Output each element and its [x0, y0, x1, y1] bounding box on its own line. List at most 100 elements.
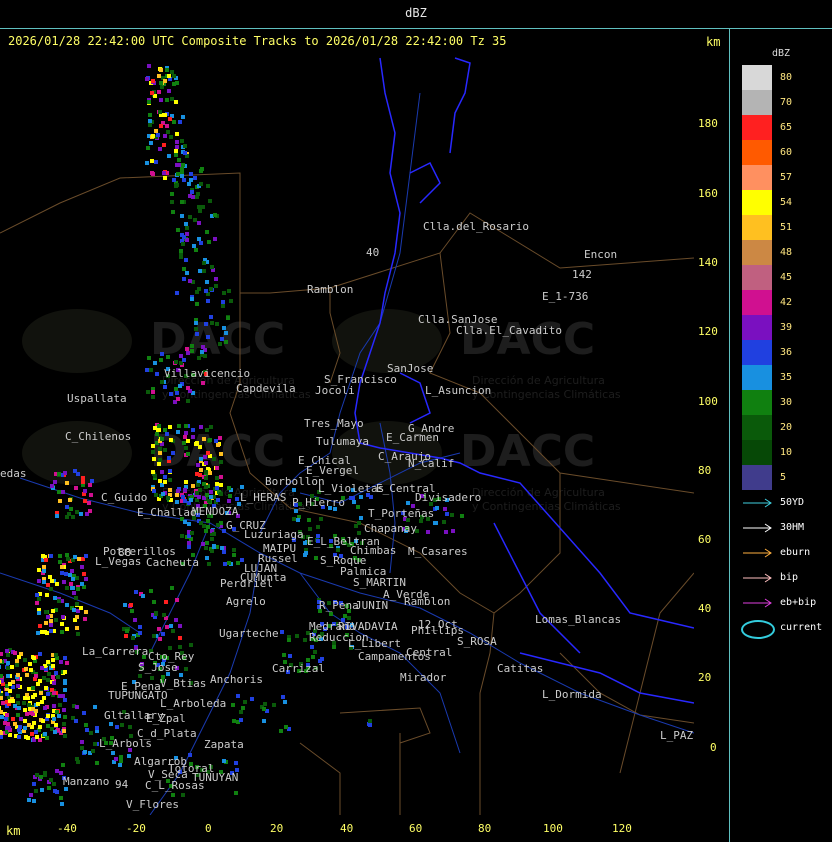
city-label: TUPUNGATO: [108, 689, 168, 702]
legend-value-51: 51: [780, 222, 793, 233]
legend-swatch-57: [742, 165, 772, 190]
city-label: V_Flores: [126, 798, 179, 811]
track-arrow-icon: [743, 548, 772, 558]
legend-swatch-36: [742, 340, 772, 365]
x-tick-8: 100: [543, 822, 563, 835]
city-label: M_Casares: [408, 545, 468, 558]
window-title: dBZ: [405, 6, 427, 20]
city-label: Divisadero: [415, 491, 482, 504]
watermark-tagline-4b: y Contingencias Climáticas: [472, 500, 621, 513]
legend-swatch-48: [742, 240, 772, 265]
legend-value-48: 48: [780, 247, 793, 258]
city-label: Ramblon: [307, 283, 354, 296]
city-label: 142: [572, 268, 592, 281]
legend-swatch-65: [742, 115, 772, 140]
legend-swatch-5: [742, 465, 772, 490]
y-tick-10: 0: [710, 741, 717, 754]
legend-swatch-10: [742, 440, 772, 465]
city-label: Capdevila: [236, 382, 296, 395]
city-label: N_Calif: [408, 457, 455, 470]
panel-divider: [729, 28, 730, 842]
city-label: L_Arbols: [99, 737, 152, 750]
legend-swatch-20: [742, 415, 772, 440]
city-label: Clla.El_Cavadito: [456, 324, 562, 337]
legend-value-54: 54: [780, 197, 793, 208]
city-label: S_Jose: [138, 661, 178, 674]
title-bar: dBZ: [0, 0, 832, 29]
city-label: SanJose: [387, 362, 434, 375]
city-label: Mirador: [400, 671, 447, 684]
current-label: current: [780, 622, 823, 633]
y-tick-1: 180: [698, 117, 718, 130]
city-label: Lomas_Blancas: [535, 613, 622, 626]
legend-value-10: 10: [780, 447, 793, 458]
legend-value-36: 36: [780, 347, 793, 358]
track-arrow-icon: [743, 598, 772, 608]
city-label: Manzano: [63, 775, 110, 788]
track-label: 30HM: [780, 522, 805, 533]
x-tick-4: 20: [270, 822, 284, 835]
legend-swatch-51: [742, 215, 772, 240]
city-label: C_L_Rosas: [145, 779, 205, 792]
city-label: Uspallata: [67, 392, 127, 405]
city-label: L_Dormida: [542, 688, 602, 701]
city-label: E_Zpal: [146, 712, 186, 725]
city-label: Agrelo: [226, 595, 266, 608]
city-label: Clla.del_Rosario: [423, 220, 529, 233]
city-label: Borbollon: [265, 475, 325, 488]
city-label: Campamentos: [358, 650, 431, 663]
y-tick-7: 60: [698, 533, 712, 546]
city-label: Zapata: [204, 738, 244, 751]
y-tick-3: 140: [698, 256, 718, 269]
legend-value-42: 42: [780, 297, 793, 308]
legend-swatch-42: [742, 290, 772, 315]
legend-swatch-45: [742, 265, 772, 290]
legend-title: dBZ: [772, 48, 791, 59]
y-tick-6: 80: [698, 464, 712, 477]
city-label: Jocoli: [315, 384, 355, 397]
x-axis-unit: km: [6, 824, 21, 838]
city-label: L_Libert: [348, 637, 401, 650]
track-arrow-icon: [743, 523, 772, 533]
city-label: Cacheuta: [146, 556, 199, 569]
city-label: R_Pena: [319, 599, 359, 612]
track-label: 50YD: [780, 497, 805, 508]
legend-swatch-30: [742, 390, 772, 415]
city-label: E_Carmen: [386, 431, 439, 444]
x-tick-2: -20: [126, 822, 146, 835]
y-tick-2: 160: [698, 187, 718, 200]
city-label: C_Chilenos: [65, 430, 132, 443]
x-tick-9: 120: [612, 822, 632, 835]
legend-value-70: 70: [780, 97, 793, 108]
city-label: 40: [366, 246, 380, 259]
watermark-tagline-4a: Dirección de Agricultura: [472, 486, 605, 499]
track-arrow-icon: [743, 498, 772, 508]
city-label: L_Violetas: [318, 482, 385, 495]
city-label: 94: [115, 778, 129, 791]
x-tick-5: 40: [340, 822, 354, 835]
legend-value-57: 57: [780, 172, 793, 183]
city-label: C_Guido: [101, 491, 148, 504]
city-label: Villavicencio: [164, 367, 251, 380]
city-label: edas: [0, 467, 27, 480]
city-label: L_Asuncion: [425, 384, 492, 397]
legend-value-65: 65: [780, 122, 793, 133]
x-tick-3: 0: [205, 822, 212, 835]
y-tick-5: 100: [698, 395, 718, 408]
composite-timestamp: 2026/01/28 22:42:00 UTC Composite Tracks…: [8, 34, 507, 48]
city-label: P_Hierro: [292, 496, 345, 509]
watermark-tagline-2a: Dirección de Agricultura: [472, 374, 605, 387]
y-tick-9: 20: [698, 671, 712, 684]
radar-map[interactable]: DACC Dirección de Agricultura y Continge…: [0, 53, 695, 816]
city-label: MENDOZA: [192, 505, 239, 518]
city-label: L_Arboleda: [160, 697, 227, 710]
watermark-brand-1: DACC: [150, 314, 285, 365]
legend-swatch-39: [742, 315, 772, 340]
y-tick-4: 120: [698, 325, 718, 338]
city-label: Catitas: [497, 662, 544, 675]
legend-value-60: 60: [780, 147, 793, 158]
city-label: Ugarteche: [219, 627, 279, 640]
watermark-tagline-2b: y Contingencias Climáticas: [472, 388, 621, 401]
legend-value-5: 5: [780, 472, 787, 483]
current-storm-icon: [741, 620, 775, 639]
